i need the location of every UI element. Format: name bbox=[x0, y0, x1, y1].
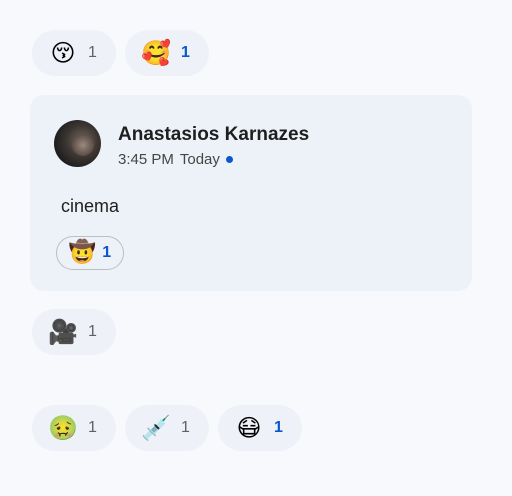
middle-reaction-row: 🎥 1 bbox=[32, 309, 116, 355]
reaction-chip[interactable]: 🤢 1 bbox=[32, 405, 116, 451]
reaction-count: 1 bbox=[88, 44, 97, 61]
top-reaction-row: 😚 1 🥰 1 bbox=[32, 30, 209, 76]
reaction-count: 1 bbox=[102, 244, 112, 261]
message-day: Today bbox=[179, 151, 220, 168]
reaction-chip[interactable]: 🎥 1 bbox=[32, 309, 116, 355]
message-reaction-chip[interactable]: 🤠 1 bbox=[56, 236, 124, 270]
cowboy-face-icon: 🤠 bbox=[68, 240, 97, 265]
reaction-chip[interactable]: 💉 1 bbox=[125, 405, 209, 451]
message-meta: 3:45 PM Today bbox=[118, 151, 233, 168]
reaction-chip[interactable]: 🥰 1 bbox=[125, 30, 209, 76]
reaction-count: 1 bbox=[181, 419, 190, 436]
reaction-count: 1 bbox=[88, 419, 97, 436]
reaction-count: 1 bbox=[274, 419, 283, 436]
avatar[interactable] bbox=[54, 120, 101, 167]
kissing-face-icon: 😚 bbox=[50, 39, 76, 67]
unread-dot-icon bbox=[225, 156, 233, 163]
author-name: Anastasios Karnazes bbox=[118, 124, 310, 145]
movie-camera-icon: 🎥 bbox=[48, 318, 78, 346]
message-card: Anastasios Karnazes 3:45 PM Today cinema… bbox=[30, 95, 472, 291]
reaction-count: 1 bbox=[181, 44, 190, 61]
syringe-icon: 💉 bbox=[141, 414, 171, 442]
nauseated-face-icon: 🤢 bbox=[48, 414, 78, 442]
smiling-face-with-hearts-icon: 🥰 bbox=[141, 39, 171, 67]
reaction-count: 1 bbox=[88, 323, 97, 340]
face-with-medical-mask-icon: 😷 bbox=[236, 414, 262, 442]
reaction-chip[interactable]: 😷 1 bbox=[218, 405, 302, 451]
message-time: 3:45 PM bbox=[118, 151, 174, 168]
reaction-chip[interactable]: 😚 1 bbox=[32, 30, 116, 76]
message-text: cinema bbox=[61, 196, 120, 216]
bottom-reaction-row: 🤢 1 💉 1 😷 1 bbox=[32, 405, 302, 451]
